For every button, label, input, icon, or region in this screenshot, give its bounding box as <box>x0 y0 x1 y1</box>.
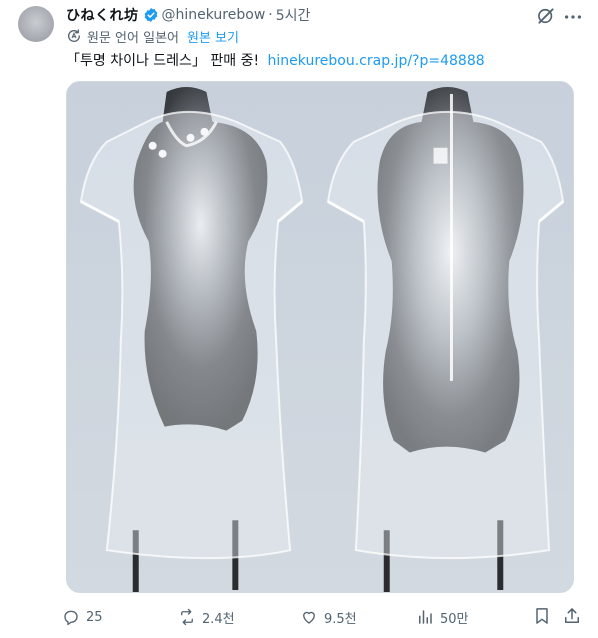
tweet-header: ひねくれ坊 @hinekurebow · 5시간 <box>66 4 310 26</box>
translate-icon <box>66 28 82 44</box>
like-icon <box>303 611 315 624</box>
tweet-media-photo[interactable] <box>66 81 574 593</box>
show-original-link[interactable]: 원본 보기 <box>187 27 239 46</box>
reply-icon <box>64 610 78 626</box>
more-icon[interactable] <box>562 6 584 28</box>
repost-icon <box>181 608 193 626</box>
display-name[interactable]: ひねくれ坊 <box>66 5 139 25</box>
repost-button[interactable]: 2.4천 <box>178 604 235 630</box>
repost-count: 2.4천 <box>202 611 235 627</box>
views-count: 50만 <box>440 611 469 627</box>
front-dress <box>79 110 304 560</box>
back-dress <box>326 93 565 560</box>
avatar[interactable] <box>18 6 54 42</box>
translation-label: 원문 언어 일본어 <box>87 30 179 46</box>
like-count: 9.5천 <box>324 611 357 627</box>
separator-dot: · <box>268 7 273 23</box>
tweet-text: 「투명 차이나 드레스」 판매 중! hinekurebou.crap.jp/?… <box>66 50 485 70</box>
bookmark-icon[interactable] <box>532 606 552 626</box>
like-button[interactable]: 9.5천 <box>300 604 357 630</box>
tweet-link[interactable]: hinekurebou.crap.jp/?p=48888 <box>268 53 485 69</box>
tweet-body: 「투명 차이나 드레스」 판매 중! <box>66 53 260 69</box>
tweet-actions: 25 2.4천 9.5천 50만 <box>62 604 582 630</box>
verified-badge-icon <box>143 7 159 23</box>
timestamp[interactable]: 5시간 <box>276 5 311 25</box>
reply-count: 25 <box>86 609 103 625</box>
translation-notice: 원문 언어 일본어 원본 보기 <box>66 26 239 46</box>
share-icon[interactable] <box>562 606 582 626</box>
grok-icon[interactable] <box>536 6 556 26</box>
reply-button[interactable]: 25 <box>62 604 103 630</box>
views-icon <box>419 610 432 624</box>
views-button[interactable]: 50만 <box>416 604 469 630</box>
handle[interactable]: @hinekurebow <box>162 7 266 23</box>
